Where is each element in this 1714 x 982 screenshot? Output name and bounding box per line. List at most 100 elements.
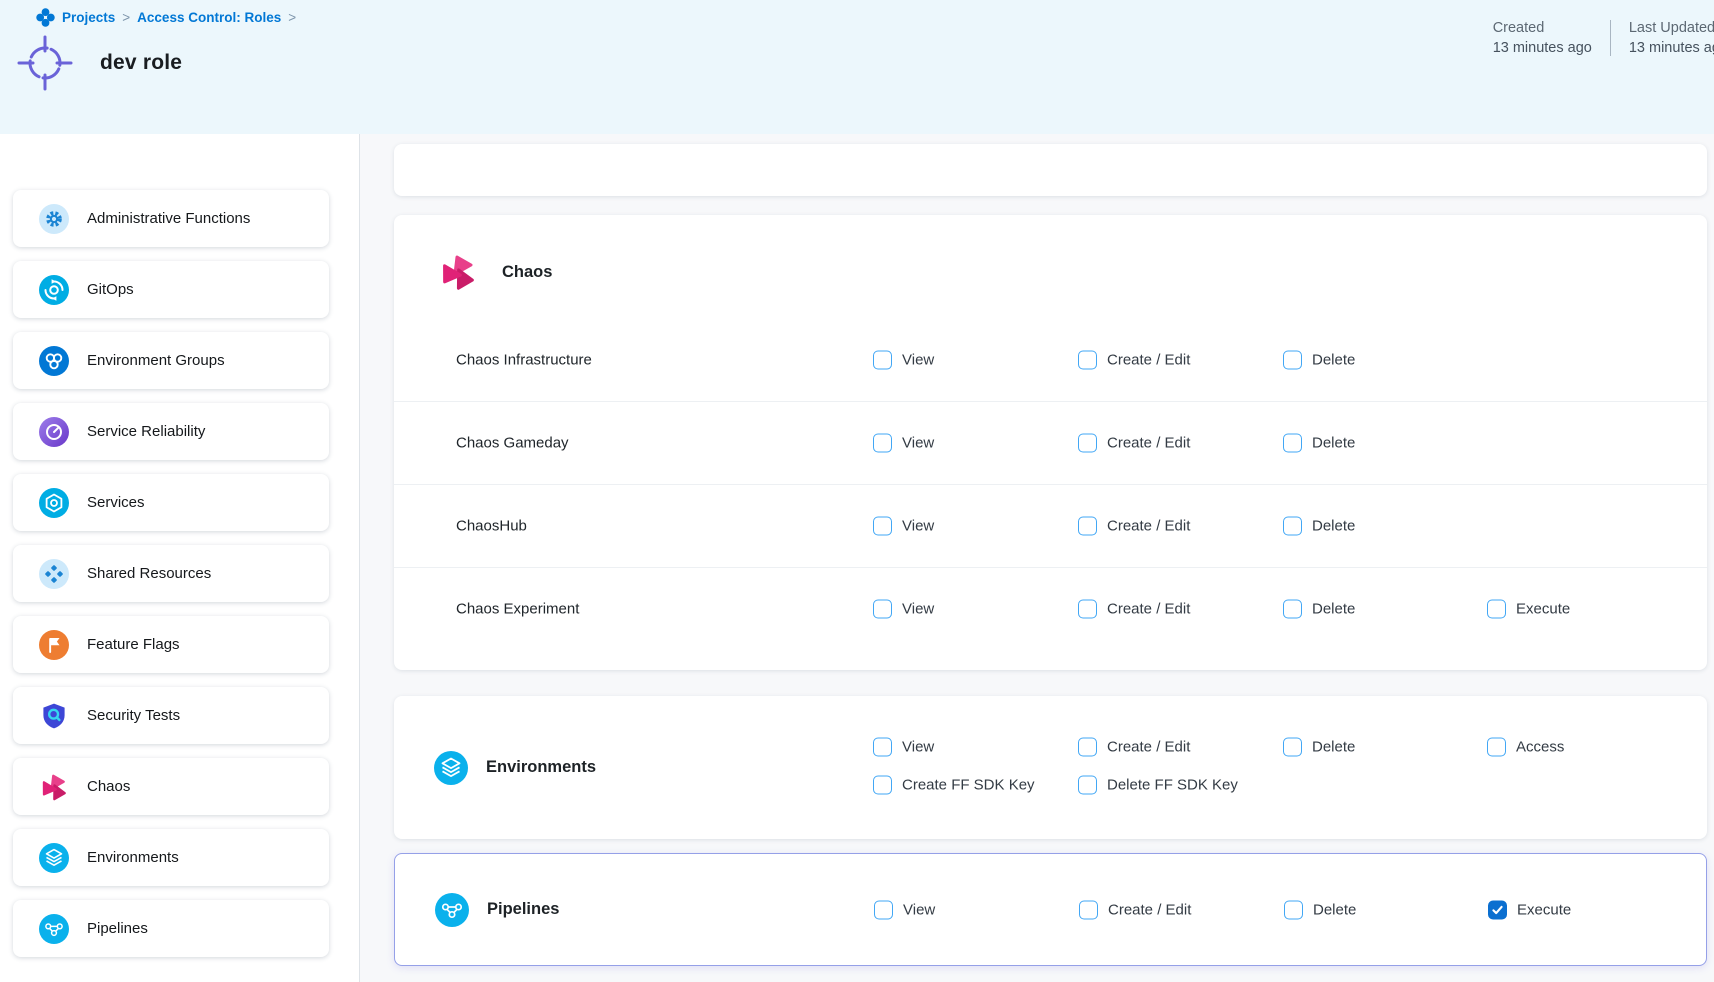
sidebar-item-administrative-functions[interactable]: Administrative Functions <box>13 190 329 247</box>
permission-label: Delete <box>1312 435 1355 452</box>
sidebar-item-service-reliability[interactable]: Service Reliability <box>13 403 329 460</box>
checkbox-unchecked-icon[interactable] <box>873 776 892 795</box>
permission-view[interactable]: View <box>873 351 934 370</box>
checkbox-unchecked-icon[interactable] <box>1078 434 1097 453</box>
permission-label: View <box>902 352 934 369</box>
permission-create-edit[interactable]: Create / Edit <box>1078 517 1190 536</box>
checkbox-checked-icon[interactable] <box>1488 900 1507 919</box>
permission-execute[interactable]: Execute <box>1487 600 1570 619</box>
checkbox-unchecked-icon[interactable] <box>1283 517 1302 536</box>
created-value: 13 minutes ago <box>1493 40 1592 56</box>
sidebar-item-pipelines[interactable]: Pipelines <box>13 900 329 957</box>
permission-label: Create / Edit <box>1107 352 1190 369</box>
checkbox-unchecked-icon[interactable] <box>1283 351 1302 370</box>
permission-create-edit[interactable]: Create / Edit <box>1078 351 1190 370</box>
permission-create-edit[interactable]: Create / Edit <box>1078 600 1190 619</box>
gitops-icon <box>39 275 69 305</box>
checkbox-unchecked-icon[interactable] <box>873 434 892 453</box>
permission-label: Create / Edit <box>1108 901 1191 918</box>
sidebar-item-security-tests[interactable]: Security Tests <box>13 687 329 744</box>
env-groups-icon <box>39 346 69 376</box>
sidebar-item-chaos[interactable]: Chaos <box>13 758 329 815</box>
checkbox-unchecked-icon[interactable] <box>873 738 892 757</box>
permission-create-ff-sdk-key[interactable]: Create FF SDK Key <box>873 776 1035 795</box>
partial-card <box>394 144 1707 196</box>
checkbox-unchecked-icon[interactable] <box>1078 351 1097 370</box>
permission-label: View <box>902 601 934 618</box>
checkbox-unchecked-icon[interactable] <box>873 517 892 536</box>
checkbox-unchecked-icon[interactable] <box>1078 517 1097 536</box>
sidebar-item-shared-resources[interactable]: Shared Resources <box>13 545 329 602</box>
sidebar-item-label: Pipelines <box>87 920 148 937</box>
checkbox-unchecked-icon[interactable] <box>873 600 892 619</box>
pipelines-icon <box>39 914 69 944</box>
sidebar-item-environments[interactable]: Environments <box>13 829 329 886</box>
page-header: Projects > Access Control: Roles > dev r… <box>0 0 1714 134</box>
permission-label: Execute <box>1516 601 1570 618</box>
checkbox-unchecked-icon[interactable] <box>1283 600 1302 619</box>
permission-delete[interactable]: Delete <box>1283 738 1355 757</box>
breadcrumb-projects-link[interactable]: Projects <box>62 10 115 25</box>
checkbox-unchecked-icon[interactable] <box>1487 738 1506 757</box>
checkbox-unchecked-icon[interactable] <box>1283 434 1302 453</box>
sidebar-item-gitops[interactable]: GitOps <box>13 261 329 318</box>
permission-view[interactable]: View <box>873 600 934 619</box>
permission-label: View <box>903 901 935 918</box>
sidebar-item-environment-groups[interactable]: Environment Groups <box>13 332 329 389</box>
permission-delete[interactable]: Delete <box>1283 600 1355 619</box>
permission-view[interactable]: View <box>873 738 934 757</box>
permission-access[interactable]: Access <box>1487 738 1564 757</box>
checkbox-unchecked-icon[interactable] <box>1078 738 1097 757</box>
page-title: dev role <box>100 51 182 75</box>
card-title: Chaos <box>502 263 552 282</box>
feature-flags-icon <box>39 630 69 660</box>
checkbox-unchecked-icon[interactable] <box>1487 600 1506 619</box>
permission-delete[interactable]: Delete <box>1283 351 1355 370</box>
resource-row-chaos-experiment: Chaos ExperimentViewCreate / EditDeleteE… <box>394 567 1707 650</box>
environments-icon <box>39 843 69 873</box>
permission-view[interactable]: View <box>874 900 935 919</box>
permission-label: Create / Edit <box>1107 435 1190 452</box>
checkbox-unchecked-icon[interactable] <box>1078 776 1097 795</box>
checkbox-unchecked-icon[interactable] <box>1079 900 1098 919</box>
resource-label: ChaosHub <box>456 518 527 535</box>
permission-delete-ff-sdk-key[interactable]: Delete FF SDK Key <box>1078 776 1238 795</box>
permission-label: Delete <box>1313 901 1356 918</box>
permission-label: Create / Edit <box>1107 601 1190 618</box>
sidebar-item-services[interactable]: Services <box>13 474 329 531</box>
sidebar-item-feature-flags[interactable]: Feature Flags <box>13 616 329 673</box>
checkbox-unchecked-icon[interactable] <box>873 351 892 370</box>
security-tests-icon <box>39 701 69 731</box>
permission-delete[interactable]: Delete <box>1283 517 1355 536</box>
last-updated-label: Last Updated <box>1629 20 1714 36</box>
permission-create-edit[interactable]: Create / Edit <box>1079 900 1191 919</box>
permission-label: View <box>902 435 934 452</box>
permission-execute[interactable]: Execute <box>1488 900 1571 919</box>
page-body: Administrative Functions GitOps Environmen… <box>0 134 1714 982</box>
breadcrumb-roles-link[interactable]: Access Control: Roles <box>137 10 281 25</box>
sidebar-item-label: Environments <box>87 849 179 866</box>
chaos-icon <box>39 772 69 802</box>
checkbox-unchecked-icon[interactable] <box>874 900 893 919</box>
environments-permissions-card: EnvironmentsViewCreate / EditDeleteAcces… <box>394 696 1707 839</box>
services-icon <box>39 488 69 518</box>
card-header: Chaos <box>394 215 1707 319</box>
checkbox-unchecked-icon[interactable] <box>1284 900 1303 919</box>
sidebar-item-label: GitOps <box>87 281 134 298</box>
breadcrumb-separator: > <box>288 10 296 25</box>
permission-delete[interactable]: Delete <box>1283 434 1355 453</box>
pipelines-permissions-card[interactable]: PipelinesViewCreate / EditDeleteExecute <box>394 853 1707 966</box>
checkbox-unchecked-icon[interactable] <box>1078 600 1097 619</box>
checkbox-unchecked-icon[interactable] <box>1283 738 1302 757</box>
permission-label: View <box>902 518 934 535</box>
permission-view[interactable]: View <box>873 434 934 453</box>
permission-delete[interactable]: Delete <box>1284 900 1356 919</box>
sidebar-item-label: Shared Resources <box>87 565 211 582</box>
permission-label: Delete <box>1312 352 1355 369</box>
permission-create-edit[interactable]: Create / Edit <box>1078 738 1190 757</box>
permission-view[interactable]: View <box>873 517 934 536</box>
sidebar-item-label: Feature Flags <box>87 636 180 653</box>
resource-row-chaos-gameday: Chaos GamedayViewCreate / EditDelete <box>394 401 1707 484</box>
permission-label: Delete <box>1312 739 1355 756</box>
permission-create-edit[interactable]: Create / Edit <box>1078 434 1190 453</box>
